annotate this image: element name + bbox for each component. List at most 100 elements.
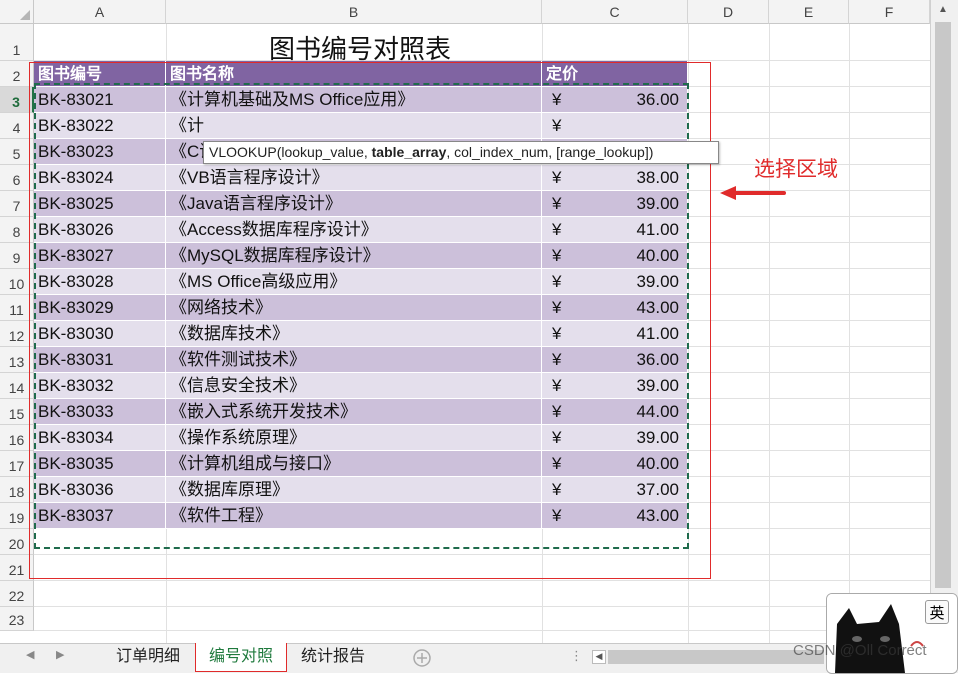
cell-book-name[interactable]: 《Access数据库程序设计》 <box>166 217 542 243</box>
price-value: 36.00 <box>636 90 679 109</box>
cell-price[interactable]: ¥39.00 <box>542 373 688 399</box>
vertical-scroll-thumb[interactable] <box>935 22 951 588</box>
header-book-name[interactable]: 图书名称 <box>166 61 542 87</box>
row-header[interactable]: 12 <box>0 321 34 347</box>
row-header[interactable]: 11 <box>0 295 34 321</box>
cell-book-id[interactable]: BK-83026 <box>34 217 166 243</box>
row-header[interactable]: 15 <box>0 399 34 425</box>
row-header[interactable]: 7 <box>0 191 34 217</box>
cell-book-name[interactable]: 《计算机基础及MS Office应用》 <box>166 87 542 113</box>
ime-cat-sticker: 英 <box>826 593 958 674</box>
row-header[interactable]: 16 <box>0 425 34 451</box>
cell-price[interactable]: ¥44.00 <box>542 399 688 425</box>
cell-book-id[interactable]: BK-83030 <box>34 321 166 347</box>
row-header[interactable]: 8 <box>0 217 34 243</box>
cell-book-id[interactable]: BK-83031 <box>34 347 166 373</box>
cell-book-name[interactable]: 《VB语言程序设计》 <box>166 165 542 191</box>
row-header[interactable]: 5 <box>0 139 34 165</box>
scroll-up-icon[interactable]: ▲ <box>935 4 951 18</box>
column-header-a[interactable]: A <box>34 0 166 24</box>
next-sheet-icon[interactable]: ▶ <box>56 648 64 661</box>
cell-book-id[interactable]: BK-83029 <box>34 295 166 321</box>
cell-price[interactable]: ¥43.00 <box>542 503 688 529</box>
row-header[interactable]: 18 <box>0 477 34 503</box>
column-header-b[interactable]: B <box>166 0 542 24</box>
row-header[interactable]: 22 <box>0 581 34 607</box>
row-header[interactable]: 2 <box>0 61 34 87</box>
cell-book-id[interactable]: BK-83022 <box>34 113 166 139</box>
cell-book-id[interactable]: BK-83027 <box>34 243 166 269</box>
cell-price[interactable]: ¥40.00 <box>542 451 688 477</box>
row-header[interactable]: 13 <box>0 347 34 373</box>
tooltip-active-arg[interactable]: table_array <box>372 144 447 160</box>
row-header[interactable]: 6 <box>0 165 34 191</box>
cell-price[interactable]: ¥39.00 <box>542 269 688 295</box>
cell-price[interactable]: ¥36.00 <box>542 87 688 113</box>
row-header[interactable]: 17 <box>0 451 34 477</box>
cell-book-name[interactable]: 《计 <box>166 113 542 139</box>
column-header-d[interactable]: D <box>688 0 769 24</box>
cell-book-id[interactable]: BK-83033 <box>34 399 166 425</box>
ime-toggle-button[interactable]: 英 <box>925 600 949 624</box>
horizontal-scroll-thumb[interactable] <box>608 650 824 664</box>
tab-stats-report[interactable]: 统计报告 <box>288 643 378 671</box>
cell-book-id[interactable]: BK-83024 <box>34 165 166 191</box>
column-header-c[interactable]: C <box>542 0 688 24</box>
row-header[interactable]: 23 <box>0 607 34 631</box>
header-book-id[interactable]: 图书编号 <box>34 61 166 87</box>
cell-book-id[interactable]: BK-83034 <box>34 425 166 451</box>
cell-book-name[interactable]: 《数据库原理》 <box>166 477 542 503</box>
row-header[interactable]: 9 <box>0 243 34 269</box>
tab-order-details[interactable]: 订单明细 <box>102 643 194 671</box>
cell-book-id[interactable]: BK-83037 <box>34 503 166 529</box>
cell-book-id[interactable]: BK-83036 <box>34 477 166 503</box>
cell-price[interactable]: ¥41.00 <box>542 217 688 243</box>
cell-book-name[interactable]: 《MySQL数据库程序设计》 <box>166 243 542 269</box>
price-value: 40.00 <box>636 454 679 473</box>
cell-book-id[interactable]: BK-83035 <box>34 451 166 477</box>
cell-price[interactable]: ¥ <box>542 113 688 139</box>
cell-book-name[interactable]: 《软件测试技术》 <box>166 347 542 373</box>
add-sheet-icon[interactable] <box>412 648 432 668</box>
cell-price[interactable]: ¥37.00 <box>542 477 688 503</box>
row-header[interactable]: 21 <box>0 555 34 581</box>
row-header[interactable]: 20 <box>0 529 34 555</box>
column-header-e[interactable]: E <box>769 0 849 24</box>
cell-book-name[interactable]: 《嵌入式系统开发技术》 <box>166 399 542 425</box>
cell-price[interactable]: ¥41.00 <box>542 321 688 347</box>
more-options-icon[interactable]: ⋮ <box>570 648 583 664</box>
cell-book-id[interactable]: BK-83025 <box>34 191 166 217</box>
row-header[interactable]: 14 <box>0 373 34 399</box>
scroll-left-icon[interactable]: ◀ <box>592 650 606 664</box>
cell-price[interactable]: ¥43.00 <box>542 295 688 321</box>
cell-book-name[interactable]: 《信息安全技术》 <box>166 373 542 399</box>
cell-book-name[interactable]: 《Java语言程序设计》 <box>166 191 542 217</box>
cell-book-name[interactable]: 《数据库技术》 <box>166 321 542 347</box>
grid-line <box>34 630 930 631</box>
row-header[interactable]: 3 <box>0 87 34 113</box>
prev-sheet-icon[interactable]: ◀ <box>26 648 34 661</box>
cell-book-name[interactable]: 《操作系统原理》 <box>166 425 542 451</box>
row-header[interactable]: 19 <box>0 503 34 529</box>
cell-book-id[interactable]: BK-83028 <box>34 269 166 295</box>
column-header-f[interactable]: F <box>849 0 930 24</box>
cell-book-name[interactable]: 《软件工程》 <box>166 503 542 529</box>
cell-price[interactable]: ¥36.00 <box>542 347 688 373</box>
row-header[interactable]: 1 <box>0 24 34 61</box>
cell-book-name[interactable]: 《计算机组成与接口》 <box>166 451 542 477</box>
cell-price[interactable]: ¥39.00 <box>542 425 688 451</box>
cell-book-id[interactable]: BK-83023 <box>34 139 166 165</box>
cell-book-name[interactable]: 《MS Office高级应用》 <box>166 269 542 295</box>
cell-book-name[interactable]: 《网络技术》 <box>166 295 542 321</box>
cell-price[interactable]: ¥40.00 <box>542 243 688 269</box>
cell-price[interactable]: ¥39.00 <box>542 191 688 217</box>
row-header[interactable]: 10 <box>0 269 34 295</box>
cell-price[interactable]: ¥38.00 <box>542 165 688 191</box>
cell-book-id[interactable]: BK-83032 <box>34 373 166 399</box>
header-price[interactable]: 定价 <box>542 61 688 87</box>
price-value: 44.00 <box>636 402 679 421</box>
select-all-corner[interactable] <box>0 0 34 24</box>
price-value: 43.00 <box>636 506 679 525</box>
row-header[interactable]: 4 <box>0 113 34 139</box>
tab-code-lookup[interactable]: 编号对照 <box>195 643 287 672</box>
